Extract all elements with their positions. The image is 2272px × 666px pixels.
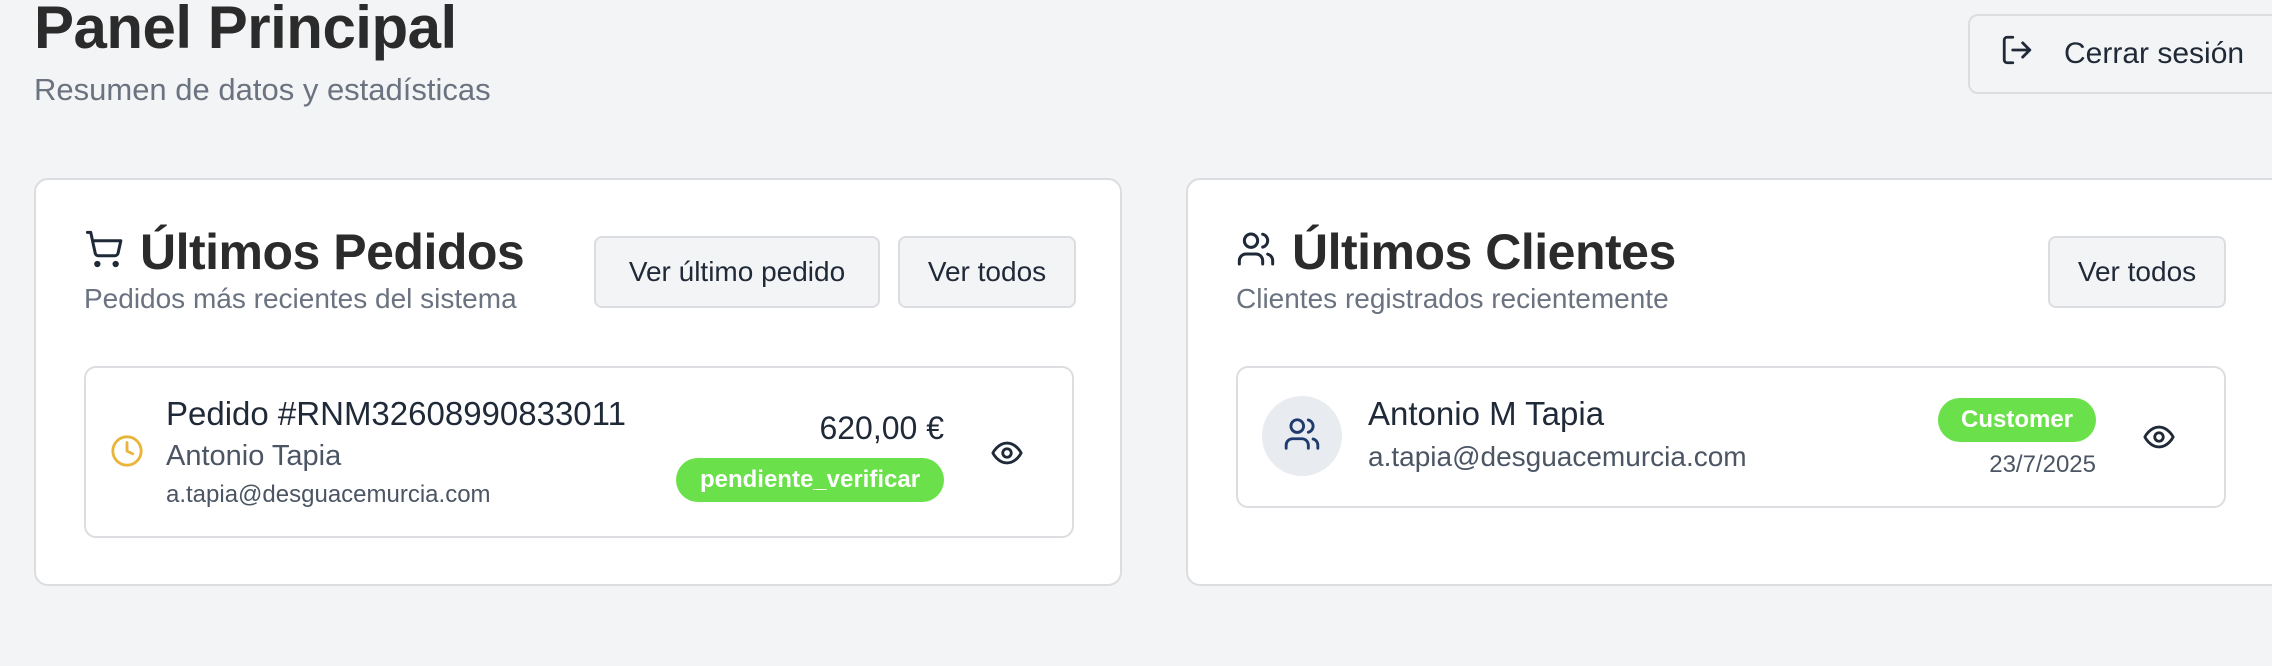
logout-button[interactable]: Cerrar sesión [1968,14,2272,94]
order-customer-email: a.tapia@desguacemurcia.com [166,481,491,508]
logout-label: Cerrar sesión [2064,37,2245,70]
client-name: Antonio M Tapia [1368,395,1605,432]
orders-card-header: Últimos Pedidos Pedidos más recientes de… [84,222,525,316]
client-list-item[interactable]: Antonio M Tapia a.tapia@desguacemurcia.c… [1236,366,2226,508]
users-icon [1236,222,1276,282]
page-subtitle: Resumen de datos y estadísticas [34,72,491,107]
orders-card-description: Pedidos más recientes del sistema [84,283,517,314]
view-all-orders-button[interactable]: Ver todos [898,236,1076,308]
order-list-item[interactable]: Pedido #RNM32608990833011 Antonio Tapia … [84,366,1074,538]
view-last-order-button[interactable]: Ver último pedido [594,236,880,308]
clock-icon [110,434,144,473]
order-number: Pedido #RNM32608990833011 [166,395,626,432]
order-customer-name: Antonio Tapia [166,440,342,472]
view-all-clients-button[interactable]: Ver todos [2048,236,2226,308]
clients-card-description: Clientes registrados recientemente [1236,283,1669,314]
eye-icon[interactable] [990,436,1024,475]
order-amount: 620,00 € [819,410,944,446]
clients-card: Últimos Clientes Clientes registrados re… [1186,178,2272,586]
orders-card-title: Últimos Pedidos [140,224,525,280]
shopping-cart-icon [84,222,124,282]
orders-card: Últimos Pedidos Pedidos más recientes de… [34,178,1122,586]
users-icon [1283,415,1321,458]
avatar [1262,396,1342,476]
eye-icon[interactable] [2142,420,2176,459]
client-date: 23/7/2025 [1989,451,2096,478]
page-title: Panel Principal [34,0,457,61]
log-out-icon [2000,33,2034,75]
clients-card-header: Últimos Clientes Clientes registrados re… [1236,222,1676,316]
clients-card-title: Últimos Clientes [1292,224,1676,280]
client-email: a.tapia@desguacemurcia.com [1368,441,1747,472]
order-status-badge: pendiente_verificar [676,458,944,502]
client-role-badge: Customer [1938,398,2096,442]
